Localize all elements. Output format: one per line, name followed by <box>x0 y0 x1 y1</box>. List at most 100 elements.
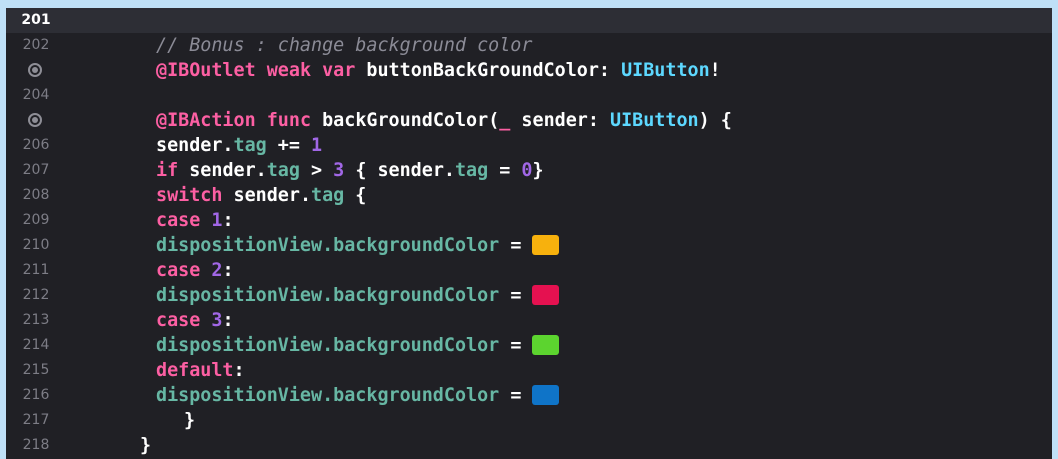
operator-token: = <box>499 235 533 256</box>
code-line[interactable]: 206 sender.tag += 1 <box>6 133 1052 158</box>
line-number[interactable]: 218 <box>6 433 66 458</box>
property-token: tag <box>266 160 300 181</box>
keyword-token: default <box>156 360 234 381</box>
type-token: UIButton <box>621 60 710 81</box>
keyword-token: var <box>322 60 356 81</box>
identifier-token: sender. <box>178 160 267 181</box>
line-number[interactable]: 201 <box>6 8 66 33</box>
operator-token: = <box>499 385 533 406</box>
punctuation-token: : <box>222 210 234 231</box>
line-gutter[interactable] <box>6 108 66 133</box>
keyword-token: case <box>156 310 201 331</box>
line-number[interactable]: 209 <box>6 208 66 233</box>
property-token: backgroundColor <box>333 385 500 406</box>
code-text: default: <box>156 358 245 383</box>
code-line[interactable]: 218 } <box>6 433 1052 458</box>
code-text: sender.tag += 1 <box>156 133 322 158</box>
comment-token: // Bonus : change background color <box>156 35 533 56</box>
code-line[interactable]: @IBOutlet weak var buttonBackGroundColor… <box>6 58 1052 83</box>
punctuation-token: } <box>532 160 544 181</box>
line-number[interactable]: 206 <box>6 133 66 158</box>
operator-token: = <box>499 335 533 356</box>
identifier-token: { sender. <box>344 160 455 181</box>
number-token: 2 <box>211 260 223 281</box>
closing-brace-token: } <box>140 435 152 456</box>
property-token: tag <box>233 135 267 156</box>
code-text: dispositionView.backgroundColor = <box>156 233 560 258</box>
outlet-connection-icon[interactable] <box>28 63 42 77</box>
identifier-token: dispositionView. <box>156 235 334 256</box>
code-text: dispositionView.backgroundColor = <box>156 283 560 308</box>
attribute-token: @IBOutlet <box>156 60 256 81</box>
code-line[interactable]: 209 case 1: <box>6 208 1052 233</box>
punctuation-token: ! <box>709 60 721 81</box>
punctuation-token: : <box>222 310 234 331</box>
identifier-token: dispositionView. <box>156 285 334 306</box>
code-line[interactable]: 216 dispositionView.backgroundColor = <box>6 383 1052 408</box>
color-literal-swatch[interactable] <box>532 385 560 405</box>
type-token: UIButton <box>610 110 699 131</box>
number-token: 1 <box>311 135 323 156</box>
operator-token: += <box>266 135 312 156</box>
attribute-token: @IBAction <box>156 110 256 131</box>
code-line[interactable]: 215 default: <box>6 358 1052 383</box>
code-line[interactable]: @IBAction func backGroundColor(_ sender:… <box>6 108 1052 133</box>
identifier-token: sender. <box>156 135 234 156</box>
identifier-token: buttonBackGroundColor: <box>366 60 610 81</box>
keyword-token: switch <box>156 185 223 206</box>
code-line[interactable]: 212 dispositionView.backgroundColor = <box>6 283 1052 308</box>
punctuation-token: { <box>344 185 367 206</box>
line-gutter[interactable] <box>6 58 66 83</box>
punctuation-token: : <box>233 360 245 381</box>
line-number[interactable]: 202 <box>6 33 66 58</box>
action-connection-icon[interactable] <box>28 113 42 127</box>
line-number[interactable]: 216 <box>6 383 66 408</box>
identifier-token: sender: <box>521 110 599 131</box>
line-number[interactable]: 204 <box>6 83 66 108</box>
property-token: backgroundColor <box>333 235 500 256</box>
code-editor[interactable]: 201 202 // Bonus : change background col… <box>6 8 1052 459</box>
code-line[interactable]: 204 <box>6 83 1052 108</box>
line-number[interactable]: 211 <box>6 258 66 283</box>
line-number[interactable]: 212 <box>6 283 66 308</box>
number-token: 1 <box>211 210 223 231</box>
identifier-token: sender. <box>222 185 312 206</box>
code-text: case 3: <box>156 308 234 333</box>
code-text: } <box>184 408 195 433</box>
code-text: dispositionView.backgroundColor = <box>156 333 560 358</box>
code-text: } <box>140 433 151 458</box>
code-line[interactable]: 210 dispositionView.backgroundColor = <box>6 233 1052 258</box>
line-number[interactable]: 215 <box>6 358 66 383</box>
code-line[interactable]: 201 <box>6 8 1052 33</box>
keyword-token: case <box>156 210 201 231</box>
code-text: dispositionView.backgroundColor = <box>156 383 560 408</box>
code-line[interactable]: 207 if sender.tag > 3 { sender.tag = 0} <box>6 158 1052 183</box>
number-token: 3 <box>211 310 223 331</box>
property-token: tag <box>311 185 345 206</box>
property-token: backgroundColor <box>333 285 500 306</box>
line-number[interactable]: 217 <box>6 408 66 433</box>
code-line[interactable]: 214 dispositionView.backgroundColor = <box>6 333 1052 358</box>
code-line[interactable]: 213 case 3: <box>6 308 1052 333</box>
color-literal-swatch[interactable] <box>532 335 560 355</box>
code-line[interactable]: 211 case 2: <box>6 258 1052 283</box>
line-number[interactable]: 213 <box>6 308 66 333</box>
line-number[interactable]: 207 <box>6 158 66 183</box>
keyword-token: case <box>156 260 201 281</box>
code-line[interactable]: 208 switch sender.tag { <box>6 183 1052 208</box>
code-line[interactable]: 217 } <box>6 408 1052 433</box>
punctuation-token: : <box>222 260 234 281</box>
color-literal-swatch[interactable] <box>532 285 560 305</box>
code-text: @IBAction func backGroundColor(_ sender:… <box>156 108 732 133</box>
code-text: @IBOutlet weak var buttonBackGroundColor… <box>156 58 721 83</box>
line-number[interactable]: 210 <box>6 233 66 258</box>
line-number[interactable]: 214 <box>6 333 66 358</box>
identifier-token: backGroundColor( <box>322 110 500 131</box>
line-number[interactable]: 208 <box>6 183 66 208</box>
keyword-token: weak <box>266 60 312 81</box>
color-literal-swatch[interactable] <box>532 235 560 255</box>
operator-token: = <box>488 160 522 181</box>
property-token: tag <box>454 160 489 181</box>
code-line[interactable]: 202 // Bonus : change background color <box>6 33 1052 58</box>
keyword-token: func <box>266 110 312 131</box>
